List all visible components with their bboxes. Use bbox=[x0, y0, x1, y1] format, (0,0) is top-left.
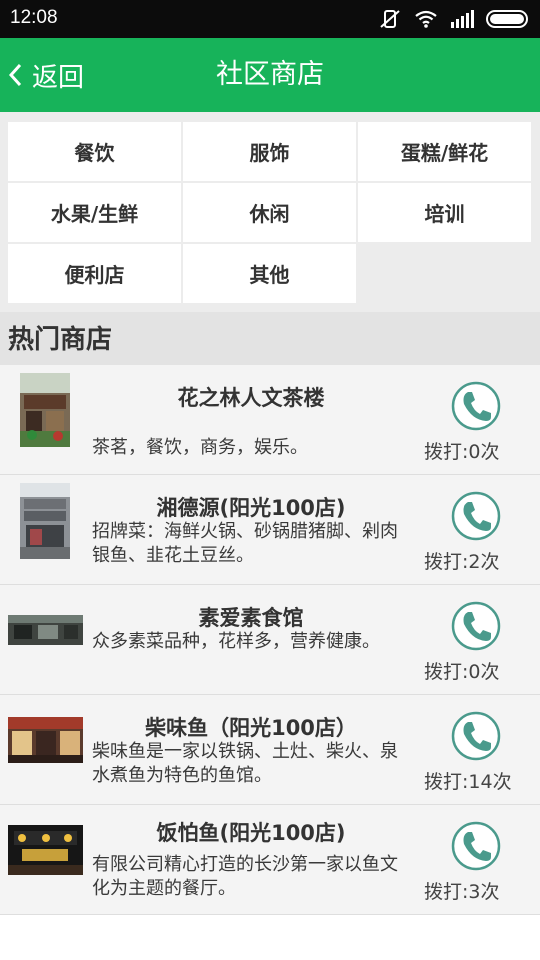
shop-thumbnail bbox=[8, 615, 83, 645]
category-convenience-store[interactable]: 便利店 bbox=[8, 244, 181, 303]
category-leisure[interactable]: 休闲 bbox=[183, 183, 356, 242]
shop-name: 素爱素食馆 bbox=[198, 606, 304, 630]
phone-call-icon[interactable] bbox=[450, 820, 502, 872]
shop-name: 湘德源(阳光100店) bbox=[156, 496, 346, 520]
call-count: 拨打:2次 bbox=[424, 551, 500, 573]
battery-icon bbox=[486, 10, 528, 28]
phone-call-icon[interactable] bbox=[450, 380, 502, 432]
shop-row[interactable]: 花之林人文茶楼 茶茗，餐饮，商务，娱乐。 拨打:0次 bbox=[0, 365, 540, 475]
shop-thumbnail bbox=[20, 373, 70, 447]
category-clothing[interactable]: 服饰 bbox=[183, 122, 356, 181]
status-time: 12:08 bbox=[10, 7, 58, 28]
shop-description: 众多素菜品种，花样多，营养健康。 bbox=[92, 631, 380, 652]
header-bar: 返回 社区商店 bbox=[0, 38, 540, 112]
shop-thumbnail bbox=[20, 483, 70, 559]
phone-call-icon[interactable] bbox=[450, 490, 502, 542]
status-bar: 12:08 bbox=[0, 0, 540, 38]
phone-call-icon[interactable] bbox=[450, 710, 502, 762]
category-fruit-fresh[interactable]: 水果/生鲜 bbox=[8, 183, 181, 242]
shop-name: 花之林人文茶楼 bbox=[177, 386, 325, 410]
status-icons bbox=[378, 8, 530, 30]
shop-name: 饭怕鱼(阳光100店) bbox=[156, 821, 346, 845]
shop-row[interactable]: 湘德源(阳光100店) 招牌菜：海鲜火锅、砂锅腊猪脚、剁肉银鱼、韭花土豆丝。 拨… bbox=[0, 475, 540, 585]
phone-call-icon[interactable] bbox=[450, 600, 502, 652]
shop-description: 茶茗，餐饮，商务，娱乐。 bbox=[92, 437, 308, 458]
category-training[interactable]: 培训 bbox=[358, 183, 531, 242]
shop-description: 柴味鱼是一家以铁锅、土灶、柴火、泉水煮鱼为特色的鱼馆。 bbox=[92, 741, 398, 786]
shop-name: 柴味鱼（阳光100店） bbox=[145, 716, 357, 740]
shop-row[interactable]: 饭怕鱼(阳光100店) 有限公司精心打造的长沙第一家以鱼文化为主题的餐厅。 拨打… bbox=[0, 805, 540, 915]
call-count: 拨打:0次 bbox=[424, 441, 500, 463]
category-other[interactable]: 其他 bbox=[183, 244, 356, 303]
wifi-icon bbox=[415, 10, 437, 28]
shop-thumbnail bbox=[8, 825, 83, 875]
call-count: 拨打:14次 bbox=[424, 771, 512, 793]
section-title: 热门商店 bbox=[0, 312, 540, 365]
category-dining[interactable]: 餐饮 bbox=[8, 122, 181, 181]
shop-thumbnail bbox=[8, 717, 83, 763]
shop-row[interactable]: 柴味鱼（阳光100店） 柴味鱼是一家以铁锅、土灶、柴火、泉水煮鱼为特色的鱼馆。 … bbox=[0, 695, 540, 805]
signal-icon bbox=[451, 10, 474, 28]
category-grid: 餐饮 服饰 蛋糕/鲜花 水果/生鲜 休闲 培训 便利店 其他 bbox=[0, 112, 540, 312]
shop-description: 有限公司精心打造的长沙第一家以鱼文化为主题的餐厅。 bbox=[92, 854, 398, 899]
category-cake-flowers[interactable]: 蛋糕/鲜花 bbox=[358, 122, 531, 181]
page-title: 社区商店 bbox=[216, 59, 324, 90]
shop-row[interactable]: 素爱素食馆 众多素菜品种，花样多，营养健康。 拨打:0次 bbox=[0, 585, 540, 695]
shop-description: 招牌菜：海鲜火锅、砂锅腊猪脚、剁肉银鱼、韭花土豆丝。 bbox=[92, 521, 398, 566]
mute-vibrate-icon bbox=[380, 10, 400, 28]
call-count: 拨打:3次 bbox=[424, 881, 500, 903]
call-count: 拨打:0次 bbox=[424, 661, 500, 683]
